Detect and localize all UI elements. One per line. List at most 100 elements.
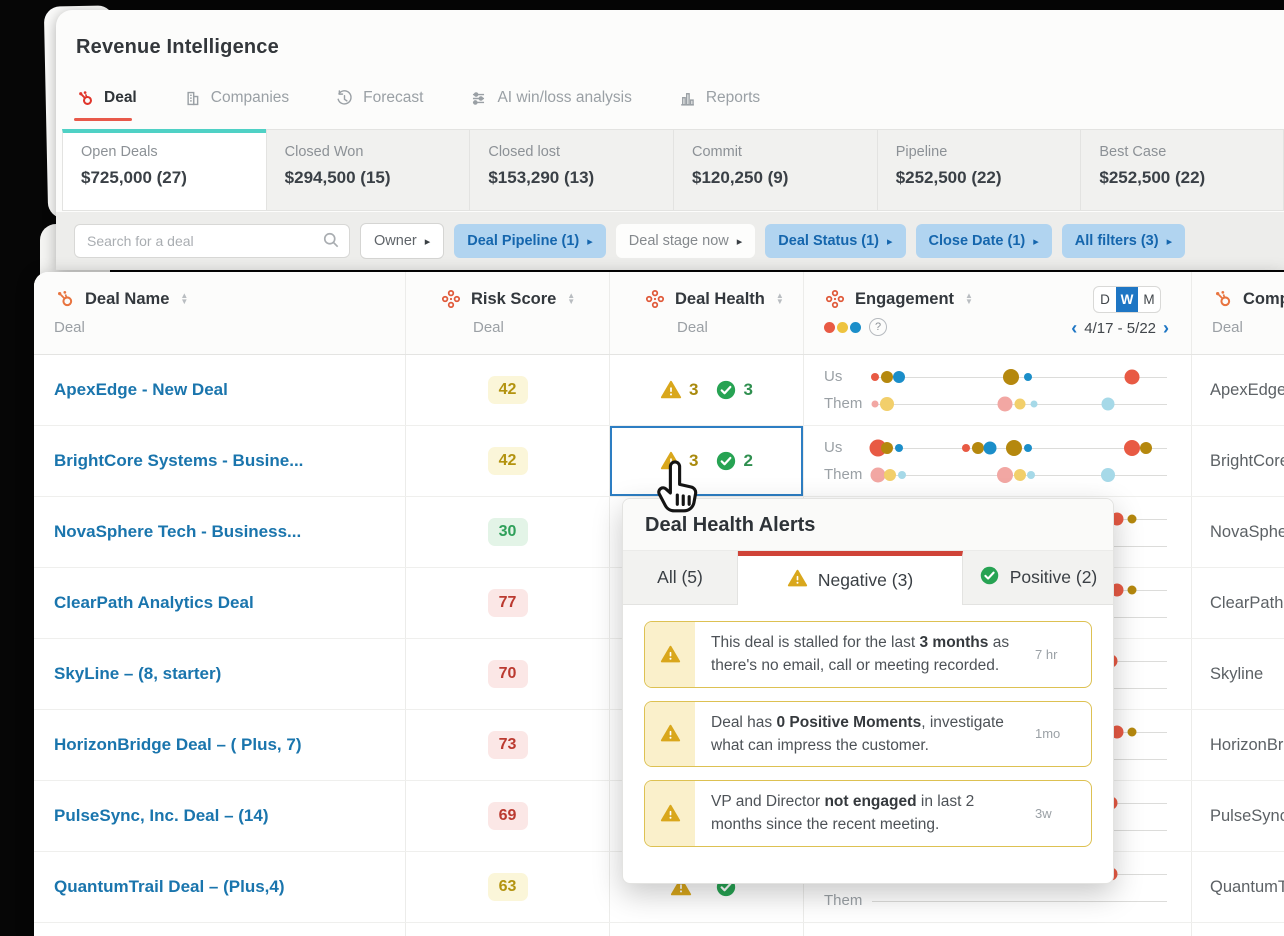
deal-health-cell-selected[interactable]: 32: [610, 426, 804, 496]
granularity-toggle: D W M: [1093, 286, 1161, 313]
engagement-us-track: [872, 367, 1167, 387]
column-header-engagement[interactable]: Engagement ▲▼ ? D W M ‹ 4/17 - 5/22: [804, 272, 1192, 354]
popup-tab-all[interactable]: All (5): [623, 551, 738, 605]
column-subtitle: Deal: [630, 319, 803, 336]
search-input[interactable]: [74, 224, 350, 258]
nav-tab-companies[interactable]: Companies: [183, 81, 289, 115]
risk-score-badge: 73: [488, 731, 528, 759]
engagement-dot-olive: [1127, 585, 1136, 594]
column-header-risk-score[interactable]: Risk Score ▲▼ Deal: [406, 272, 610, 354]
column-header-deal-name[interactable]: Deal Name ▲▼ Deal: [34, 272, 406, 354]
engagement-dot-olive: [1003, 369, 1019, 385]
engagement-us-label: Us: [824, 368, 872, 385]
company-cell: BrightCore: [1192, 426, 1284, 496]
health-cross-icon: [824, 288, 846, 310]
deal-name-link[interactable]: PulseSync, Inc. Deal – (14): [34, 806, 268, 826]
toggle-week[interactable]: W: [1116, 287, 1138, 312]
deal-health-cell[interactable]: 33: [610, 355, 804, 425]
filter-deal-status[interactable]: Deal Status (1) ▸: [765, 224, 905, 258]
deal-health-cell[interactable]: [610, 923, 804, 936]
toggle-month[interactable]: M: [1138, 287, 1160, 312]
alert-text: Deal has 0 Positive Moments, investigate…: [695, 702, 1035, 767]
column-header-company[interactable]: Company Deal: [1192, 272, 1284, 354]
warning-icon: [645, 702, 695, 767]
company-cell: ApexEdge: [1192, 355, 1284, 425]
summary-card-best-case[interactable]: Best Case $252,500 (22): [1080, 129, 1284, 211]
risk-score-badge: 30: [488, 518, 528, 546]
engagement-them-track: [872, 394, 1167, 414]
engagement-us-track: [872, 438, 1167, 458]
engagement-them-track: [872, 465, 1167, 485]
column-subtitle: Deal: [426, 319, 609, 336]
summary-value: $252,500 (22): [896, 168, 1081, 188]
filter-close-date[interactable]: Close Date (1) ▸: [916, 224, 1052, 258]
engagement-them-line: Them: [824, 394, 1167, 414]
filter-deal-stage-now[interactable]: Deal stage now ▸: [616, 224, 755, 258]
nav-tab-ai-winloss[interactable]: AI win/loss analysis: [469, 81, 631, 115]
engagement-dot-blue: [1024, 444, 1032, 452]
deal-name-link[interactable]: BrightCore Systems - Busine...: [34, 451, 303, 471]
summary-label: Pipeline: [896, 144, 1081, 160]
engagement-dot-lightblue: [1101, 468, 1115, 482]
engagement-them-track: [872, 891, 1167, 911]
filter-label: Deal stage now: [629, 233, 729, 249]
deal-name-link[interactable]: ApexEdge - New Deal: [34, 380, 228, 400]
summary-card-closed-lost[interactable]: Closed lost $153,290 (13): [469, 129, 673, 211]
nav-tab-label: Deal: [104, 89, 137, 107]
summary-card-closed-won[interactable]: Closed Won $294,500 (15): [266, 129, 470, 211]
engagement-dot-blue: [893, 371, 905, 383]
summary-label: Closed Won: [285, 144, 470, 160]
column-title: Risk Score: [471, 290, 556, 309]
nav-tab-deal[interactable]: Deal: [76, 81, 137, 115]
engagement-dot-pink: [997, 467, 1013, 483]
engagement-dot-lightblue: [1027, 471, 1035, 479]
toggle-day[interactable]: D: [1094, 287, 1116, 312]
nav-tab-reports[interactable]: Reports: [678, 81, 760, 115]
engagement-dot-olive: [1006, 440, 1022, 456]
popup-title: Deal Health Alerts: [623, 499, 1113, 551]
company-cell: ClearPath: [1192, 568, 1284, 638]
primary-nav: Deal Companies Forecast AI win/loss anal…: [56, 59, 1284, 115]
hubspot-sprocket-icon: [54, 288, 76, 310]
engagement-dot-lightblue: [1031, 400, 1038, 407]
engagement-dot-pink: [997, 396, 1012, 411]
ai-analysis-icon: [469, 89, 488, 108]
column-header-deal-health[interactable]: Deal Health ▲▼ Deal: [610, 272, 804, 354]
filter-deal-pipeline[interactable]: Deal Pipeline (1) ▸: [454, 224, 606, 258]
sprocket-red-icon: [76, 89, 95, 108]
deal-name-link[interactable]: HorizonBridge Deal – ( Plus, 7): [34, 735, 302, 755]
risk-score-badge: 70: [488, 660, 528, 688]
chevron-right-icon: ▸: [887, 235, 893, 248]
next-range-icon[interactable]: ›: [1163, 321, 1169, 336]
summary-card-pipeline[interactable]: Pipeline $252,500 (22): [877, 129, 1081, 211]
engagement-cell: UsThem: [804, 426, 1192, 496]
engagement-dot-yellow: [880, 397, 894, 411]
summary-card-open-deals[interactable]: Open Deals $725,000 (27): [62, 129, 266, 211]
deal-name-link[interactable]: ClearPath Analytics Deal: [34, 593, 254, 613]
filter-all-filters[interactable]: All filters (3) ▸: [1062, 224, 1185, 258]
filter-bar: Owner ▸ Deal Pipeline (1) ▸ Deal stage n…: [56, 212, 1284, 270]
summary-card-commit[interactable]: Commit $120,250 (9): [673, 129, 877, 211]
prev-range-icon[interactable]: ‹: [1071, 321, 1077, 336]
filter-owner[interactable]: Owner ▸: [360, 223, 444, 259]
risk-score-badge: 63: [488, 873, 528, 901]
help-icon[interactable]: ?: [869, 318, 887, 336]
date-range-label: 4/17 - 5/22: [1084, 320, 1156, 337]
popup-tab-negative[interactable]: Negative (3): [738, 551, 963, 605]
deal-name-link[interactable]: NovaSphere Tech - Business...: [34, 522, 301, 542]
engagement-dot-red: [1124, 440, 1140, 456]
engagement-dot-olive: [1127, 727, 1136, 736]
deal-name-link[interactable]: QuantumTrail Deal – (Plus,4): [34, 877, 285, 897]
buildings-icon: [183, 89, 202, 108]
nav-tab-label: Companies: [211, 89, 289, 107]
risk-score-badge: 42: [488, 447, 528, 475]
deal-name-link[interactable]: SkyLine – (8, starter): [34, 664, 221, 684]
nav-tab-label: AI win/loss analysis: [497, 89, 631, 107]
company-cell: QuantumTrail: [1192, 852, 1284, 922]
popup-tab-positive[interactable]: Positive (2): [963, 551, 1113, 605]
engagement-us-line: Us: [824, 438, 1167, 458]
engagement-dot-olive: [972, 442, 984, 454]
deal-health-alerts-popup: Deal Health Alerts All (5) Negative (3) …: [622, 498, 1114, 884]
nav-tab-forecast[interactable]: Forecast: [335, 81, 423, 115]
hubspot-sprocket-icon: [1212, 288, 1234, 310]
